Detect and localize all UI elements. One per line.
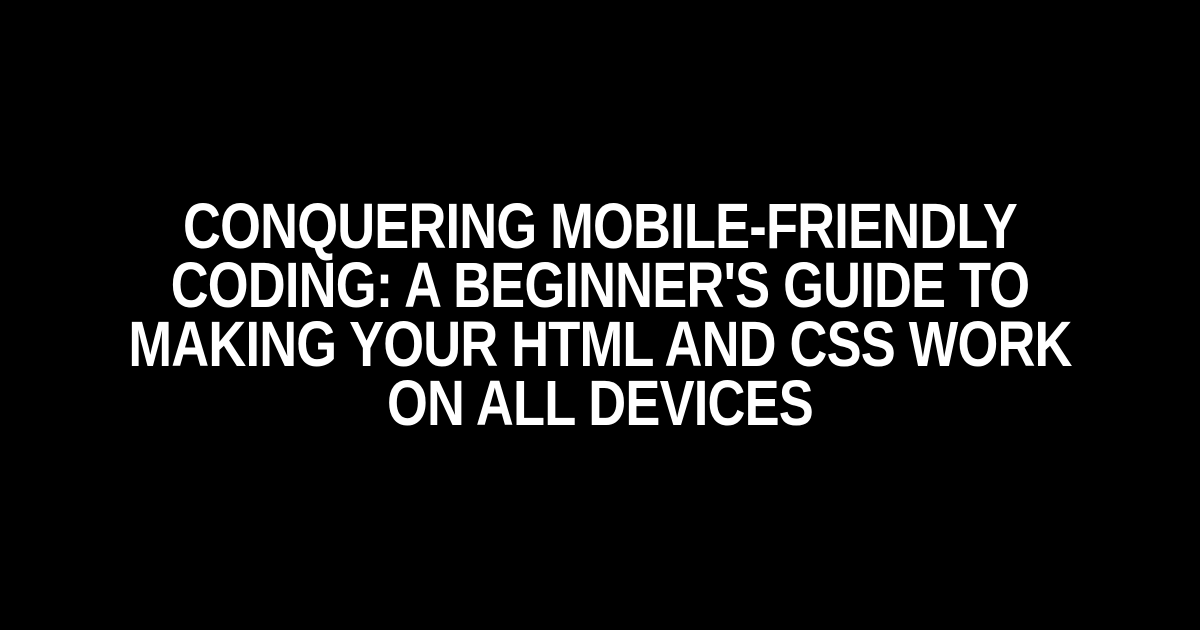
page-title: Conquering Mobile-Friendly Coding: A Beg… bbox=[108, 197, 1092, 433]
